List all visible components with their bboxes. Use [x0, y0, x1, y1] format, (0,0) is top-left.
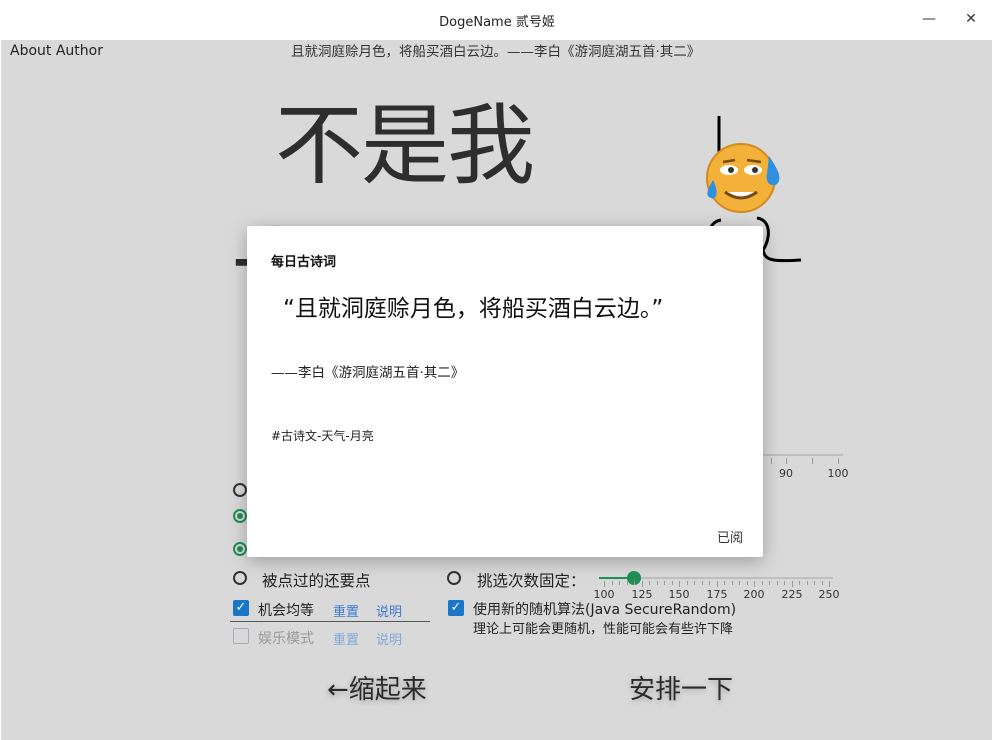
count-slider-tick — [739, 581, 740, 585]
dialog-quote: “且就洞庭赊月色，将船买酒白云边。” — [283, 296, 664, 322]
count-slider-tick — [604, 581, 605, 587]
equal-chance-label: 机会均等 — [258, 603, 314, 619]
fun-mode-checkbox[interactable] — [233, 628, 249, 644]
daily-poem-dialog: 每日古诗词 “且就洞庭赊月色，将船买酒白云边。” ——李白《游洞庭湖五首·其二》… — [247, 226, 763, 557]
count-slider-tick — [649, 581, 650, 585]
count-slider-tick — [671, 581, 673, 585]
count-slider-tick — [754, 581, 755, 587]
count-slider-tick — [626, 581, 628, 585]
options-divider — [230, 621, 430, 622]
count-slider-tick — [716, 581, 718, 587]
count-slider-tick — [656, 581, 658, 585]
window-title: DogeName 贰号姬 — [439, 15, 555, 30]
secure-random-label: 使用新的随机算法(Java SecureRandom) — [473, 602, 737, 618]
equal-chance-reset-link[interactable]: 重置 — [333, 601, 359, 620]
read-button[interactable]: 已阅 — [717, 527, 743, 546]
count-tick-label: 225 — [781, 588, 803, 601]
slider-tick — [786, 458, 787, 464]
dialog-tags: #古诗文-天气-月亮 — [271, 429, 374, 443]
count-slider-tick — [701, 581, 703, 585]
slider-tick-label: 90 — [779, 467, 793, 480]
count-slider-tick — [611, 581, 613, 585]
top-slider-track[interactable] — [763, 454, 843, 456]
radio-option-1[interactable] — [233, 483, 247, 497]
equal-chance-checkbox[interactable]: ✓ — [233, 600, 249, 616]
count-slider-tick — [686, 581, 688, 585]
secure-random-checkbox[interactable]: ✓ — [448, 600, 464, 616]
count-tick-label: 200 — [743, 588, 765, 601]
secure-random-note: 理论上可能会更随机，性能可能会有些许下降 — [473, 622, 734, 637]
slider-tick — [771, 458, 772, 464]
slider-tick — [812, 458, 813, 464]
radio-pick-again[interactable] — [233, 571, 247, 585]
count-slider-tick — [634, 581, 635, 585]
radio-pick-again-label: 被点过的还要点 — [262, 572, 371, 590]
count-slider-tick — [806, 581, 808, 585]
count-slider-tick — [641, 581, 643, 587]
count-slider-tick — [746, 581, 748, 585]
count-tick-label: 250 — [818, 588, 840, 601]
top-quote: 且就洞庭赊月色，将船买酒白云边。——李白《游洞庭湖五首·其二》 — [291, 44, 701, 60]
count-slider-tick — [829, 581, 830, 587]
minimize-button[interactable]: — — [906, 0, 952, 38]
count-slider-tick — [724, 581, 725, 585]
count-slider-tick — [791, 581, 793, 587]
radio-option-3[interactable] — [233, 542, 247, 556]
collapse-button[interactable]: ←缩起来 — [327, 669, 427, 706]
radio-fixed-count[interactable] — [447, 571, 461, 585]
count-slider-tick — [821, 581, 823, 585]
count-slider-tick — [664, 581, 665, 585]
count-slider-tick — [814, 581, 815, 585]
slider-tick-label: 100 — [827, 467, 849, 480]
count-slider-tick — [761, 581, 763, 585]
picked-name-display: 不是我 — [275, 94, 535, 197]
app-client-area: About Author 且就洞庭赊月色，将船买酒白云边。——李白《游洞庭湖五首… — [1, 40, 992, 740]
count-slider-tick — [776, 581, 778, 585]
count-slider-tick — [709, 581, 710, 585]
count-slider-tick — [694, 581, 695, 585]
count-slider-tick — [799, 581, 800, 585]
close-button[interactable]: ✕ — [948, 0, 994, 38]
slider-tick — [838, 458, 839, 464]
count-slider-tick — [769, 581, 770, 585]
equal-chance-explain-link[interactable]: 说明 — [376, 601, 402, 620]
radio-option-2[interactable] — [233, 509, 247, 523]
fun-mode-reset-link[interactable]: 重置 — [333, 629, 359, 648]
count-slider-tick — [731, 581, 733, 585]
count-slider-tick — [679, 581, 680, 587]
radio-fixed-count-label: 挑选次数固定： — [477, 572, 586, 590]
count-slider-tick — [784, 581, 785, 585]
dialog-author: ——李白《游洞庭湖五首·其二》 — [271, 365, 465, 381]
arrange-button[interactable]: 安排一下 — [629, 669, 733, 706]
title-bar: DogeName 贰号姬 — ✕ — [0, 0, 994, 40]
fun-mode-explain-link[interactable]: 说明 — [376, 629, 402, 648]
dialog-title: 每日古诗词 — [271, 255, 337, 270]
fun-mode-label: 娱乐模式 — [258, 631, 314, 647]
about-author-link[interactable]: About Author — [10, 43, 103, 59]
count-slider-tick — [619, 581, 620, 585]
